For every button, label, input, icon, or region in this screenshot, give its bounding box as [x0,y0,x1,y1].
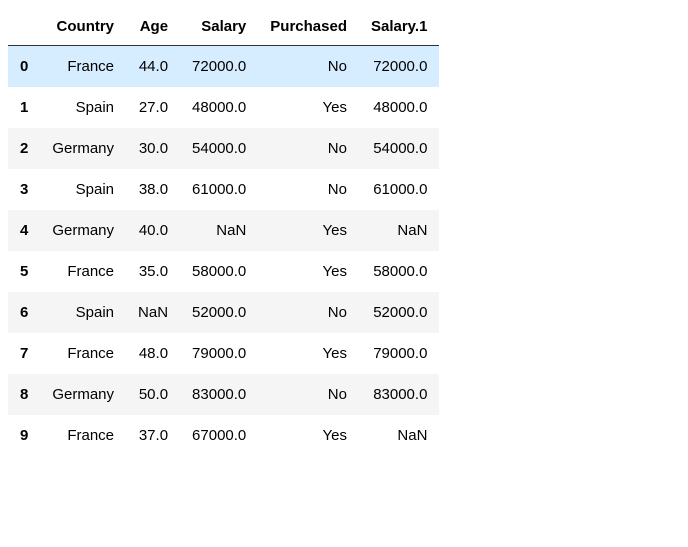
row-index: 8 [8,374,40,415]
table-row[interactable]: 3 Spain 38.0 61000.0 No 61000.0 [8,169,439,210]
cell-age: 40.0 [126,210,180,251]
cell-salary-1: 83000.0 [359,374,439,415]
cell-salary-1: NaN [359,210,439,251]
cell-salary-1: 54000.0 [359,128,439,169]
table-row[interactable]: 9 France 37.0 67000.0 Yes NaN [8,415,439,456]
cell-salary-1: 61000.0 [359,169,439,210]
cell-age: 44.0 [126,46,180,88]
table-row[interactable]: 6 Spain NaN 52000.0 No 52000.0 [8,292,439,333]
cell-country: Germany [40,210,126,251]
cell-country: Spain [40,87,126,128]
cell-salary: 79000.0 [180,333,258,374]
cell-purchased: Yes [258,251,359,292]
cell-age: NaN [126,292,180,333]
cell-age: 27.0 [126,87,180,128]
table-body: 0 France 44.0 72000.0 No 72000.0 1 Spain… [8,46,439,457]
header-salary: Salary [180,8,258,46]
row-index: 2 [8,128,40,169]
cell-salary: 48000.0 [180,87,258,128]
cell-country: Germany [40,128,126,169]
cell-purchased: Yes [258,415,359,456]
cell-purchased: Yes [258,333,359,374]
cell-salary-1: 72000.0 [359,46,439,88]
cell-salary-1: NaN [359,415,439,456]
row-index: 0 [8,46,40,88]
cell-country: Spain [40,169,126,210]
row-index: 4 [8,210,40,251]
header-index [8,8,40,46]
cell-country: France [40,251,126,292]
cell-salary-1: 48000.0 [359,87,439,128]
cell-country: France [40,46,126,88]
cell-age: 48.0 [126,333,180,374]
row-index: 9 [8,415,40,456]
header-country: Country [40,8,126,46]
cell-salary-1: 79000.0 [359,333,439,374]
cell-age: 38.0 [126,169,180,210]
cell-salary: 83000.0 [180,374,258,415]
table-row[interactable]: 0 France 44.0 72000.0 No 72000.0 [8,46,439,88]
cell-country: France [40,333,126,374]
row-index: 7 [8,333,40,374]
cell-purchased: No [258,292,359,333]
row-index: 3 [8,169,40,210]
row-index: 1 [8,87,40,128]
cell-purchased: No [258,128,359,169]
cell-purchased: No [258,169,359,210]
cell-age: 35.0 [126,251,180,292]
cell-salary: 54000.0 [180,128,258,169]
cell-salary: 72000.0 [180,46,258,88]
cell-salary: NaN [180,210,258,251]
header-purchased: Purchased [258,8,359,46]
cell-salary-1: 58000.0 [359,251,439,292]
row-index: 5 [8,251,40,292]
cell-age: 30.0 [126,128,180,169]
cell-purchased: No [258,374,359,415]
header-age: Age [126,8,180,46]
table-row[interactable]: 7 France 48.0 79000.0 Yes 79000.0 [8,333,439,374]
table-row[interactable]: 1 Spain 27.0 48000.0 Yes 48000.0 [8,87,439,128]
table-row[interactable]: 5 France 35.0 58000.0 Yes 58000.0 [8,251,439,292]
cell-purchased: Yes [258,210,359,251]
cell-salary: 67000.0 [180,415,258,456]
cell-age: 50.0 [126,374,180,415]
table-row[interactable]: 2 Germany 30.0 54000.0 No 54000.0 [8,128,439,169]
cell-country: Germany [40,374,126,415]
table-row[interactable]: 4 Germany 40.0 NaN Yes NaN [8,210,439,251]
header-row: Country Age Salary Purchased Salary.1 [8,8,439,46]
header-salary-1: Salary.1 [359,8,439,46]
cell-country: Spain [40,292,126,333]
table-row[interactable]: 8 Germany 50.0 83000.0 No 83000.0 [8,374,439,415]
cell-salary: 58000.0 [180,251,258,292]
cell-salary: 52000.0 [180,292,258,333]
data-table: Country Age Salary Purchased Salary.1 0 … [8,8,439,456]
cell-purchased: No [258,46,359,88]
cell-country: France [40,415,126,456]
row-index: 6 [8,292,40,333]
cell-salary-1: 52000.0 [359,292,439,333]
cell-purchased: Yes [258,87,359,128]
cell-salary: 61000.0 [180,169,258,210]
cell-age: 37.0 [126,415,180,456]
